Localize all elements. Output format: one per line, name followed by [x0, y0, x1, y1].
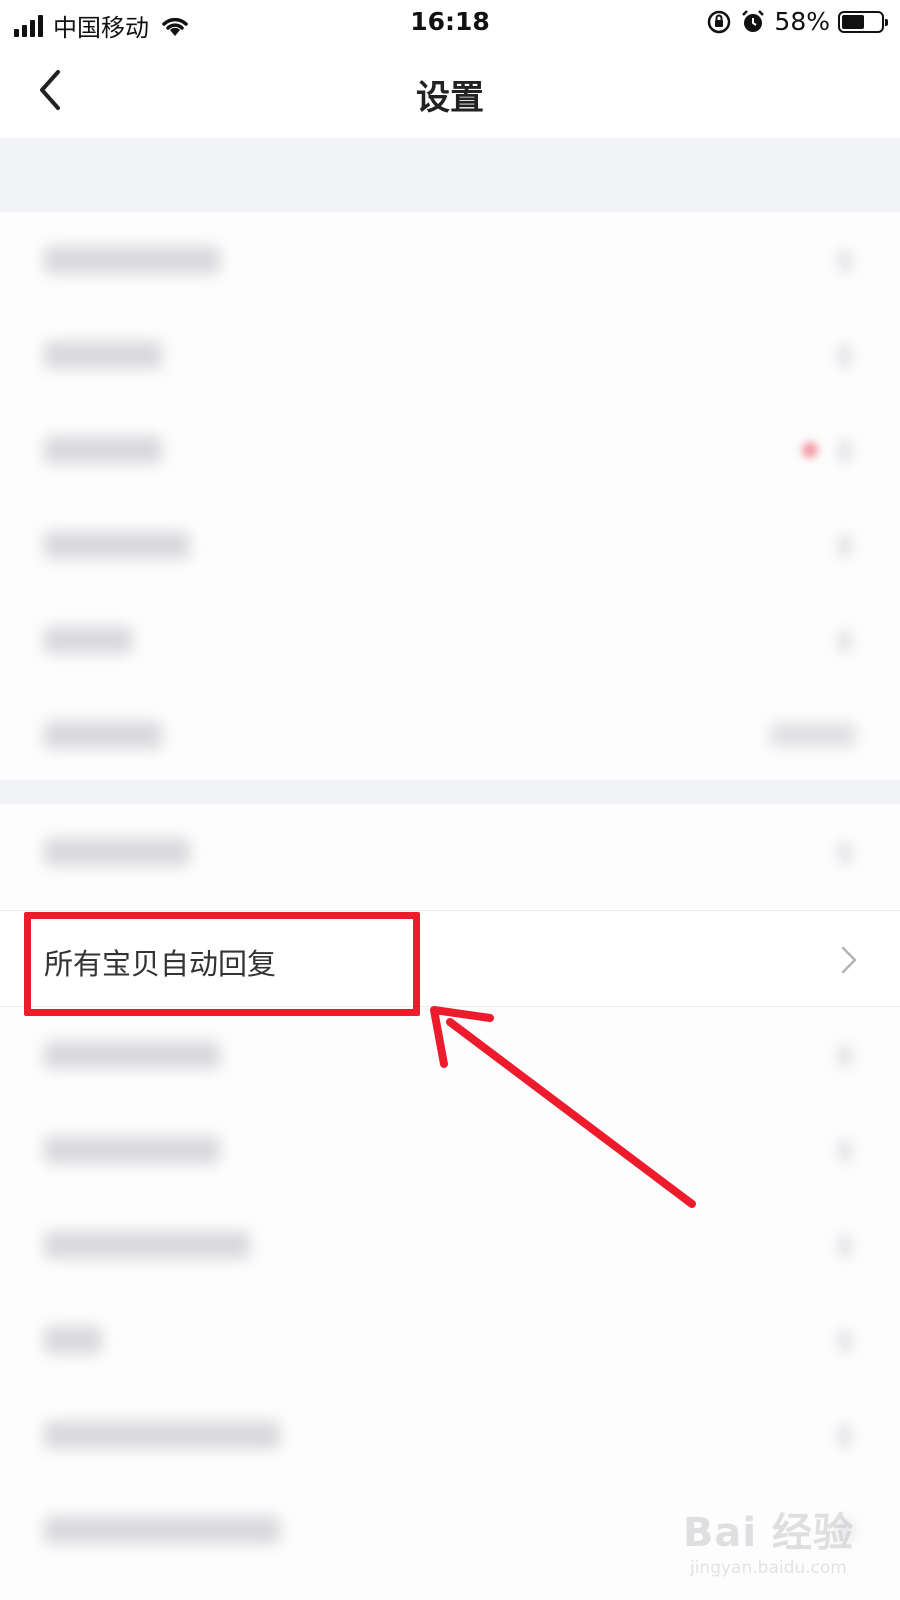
page-title: 设置 [416, 78, 484, 118]
baidu-jingyan-watermark: Bai 经验 jingyan.baidu.com [683, 1500, 854, 1578]
chevron-right-icon [838, 345, 852, 367]
blurred-row[interactable] [0, 1387, 900, 1482]
alarm-icon [742, 9, 765, 32]
blurred-label [44, 436, 162, 464]
section-gap-top [0, 138, 900, 212]
blurred-label [44, 1326, 102, 1354]
chevron-right-icon [838, 1140, 852, 1162]
status-right: 58% [706, 7, 888, 36]
battery-fill [842, 14, 865, 29]
blurred-row[interactable] [0, 402, 900, 497]
nav-bar: 设置 [0, 46, 900, 138]
blurred-label [44, 531, 190, 559]
blurred-label [44, 838, 190, 866]
chevron-right-icon [841, 946, 857, 974]
blurred-value [770, 723, 856, 747]
annotation-highlight-box [24, 912, 420, 1016]
blurred-row[interactable] [0, 212, 900, 307]
watermark-brand: Bai 经验 [682, 1510, 854, 1556]
battery-percent: 58% [774, 7, 830, 36]
blurred-label [44, 1136, 220, 1164]
chevron-right-icon [838, 1045, 852, 1067]
chevron-right-icon [838, 250, 852, 272]
blurred-row[interactable] [0, 592, 900, 687]
blurred-row[interactable] [0, 804, 900, 910]
chevron-right-icon [838, 1330, 852, 1352]
watermark-url: jingyan.baidu.com [689, 1558, 847, 1578]
blurred-label [44, 1516, 280, 1544]
blurred-row[interactable] [0, 497, 900, 592]
chevron-right-icon [838, 1425, 852, 1447]
chevron-right-icon [838, 440, 852, 462]
blurred-label [44, 1421, 280, 1449]
chevron-right-icon [838, 1235, 852, 1257]
blurred-row[interactable] [0, 307, 900, 402]
blurred-row[interactable] [0, 687, 900, 782]
blurred-row[interactable] [0, 1292, 900, 1387]
status-bar: 中国移动 16:18 58% [0, 0, 900, 46]
blurred-label [44, 626, 132, 654]
blurred-label [44, 721, 162, 749]
settings-group-1 [0, 212, 900, 780]
chevron-right-icon [838, 535, 852, 557]
chevron-right-icon [838, 630, 852, 652]
section-gap-middle [0, 780, 900, 804]
battery-icon [838, 10, 888, 33]
rotation-lock-icon [708, 10, 731, 33]
annotation-arrow [430, 1006, 696, 1208]
red-dot-badge [802, 442, 818, 458]
blurred-label [44, 1231, 250, 1259]
chevron-right-icon [838, 842, 852, 864]
blurred-label [44, 1041, 220, 1069]
blurred-label [44, 341, 162, 369]
blurred-label [44, 246, 220, 274]
